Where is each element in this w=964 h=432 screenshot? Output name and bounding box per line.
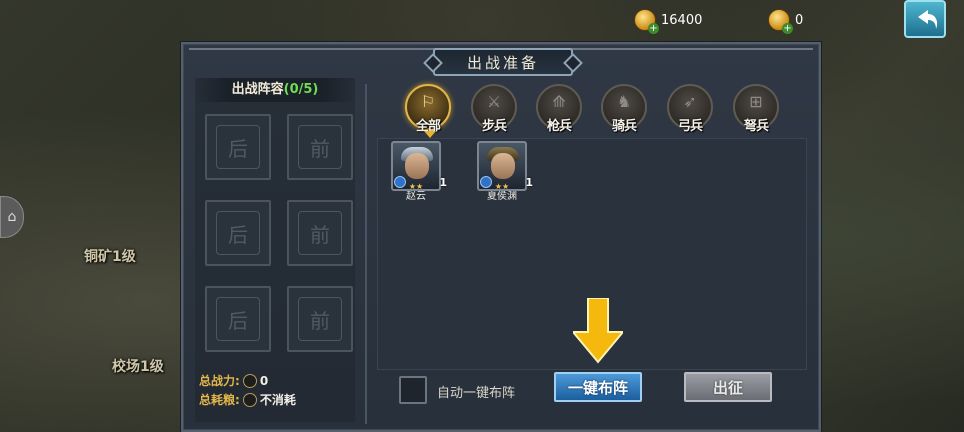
filter-tab-label: 枪兵	[546, 119, 572, 134]
map-label-drill-ground[interactable]: 校场1级	[112, 356, 164, 376]
battle-prep-panel: 出战准备 出战阵容(0/5) 后 前 后 前 后 前 总战力: 0 总耗粮: 不…	[181, 42, 821, 432]
filter-tab-label: 步兵	[481, 119, 507, 134]
lineup-slot-back-1[interactable]: 后	[205, 114, 271, 180]
slot-label: 前	[298, 297, 342, 341]
map-label-copper-mine[interactable]: 铜矿1级	[84, 246, 136, 266]
panel-title: 出战准备	[433, 48, 573, 76]
slot-label: 后	[216, 297, 260, 341]
filter-tab-label: 弩兵	[743, 119, 769, 134]
total-food-label: 总耗粮:	[199, 393, 240, 407]
total-power-label: 总战力:	[199, 374, 240, 388]
hero-name: 夏侯渊	[487, 191, 517, 202]
filter-tab-all[interactable]: ⚐ 全部	[405, 84, 451, 138]
filter-tab-infantry[interactable]: ⚔ 步兵	[471, 84, 517, 134]
hero-stars: ★★	[494, 182, 510, 191]
spear-icon: ⟰	[552, 92, 566, 111]
back-button[interactable]	[904, 0, 946, 38]
horse-icon: ♞	[616, 92, 632, 111]
hero-name: 赵云	[406, 191, 426, 202]
lineup-heading: 出战阵容(0/5)	[195, 78, 355, 102]
ingot-resource[interactable]: 0	[768, 9, 804, 34]
slot-label: 后	[216, 211, 260, 255]
filter-tab-crossbow[interactable]: ⊞ 弩兵	[733, 84, 779, 134]
total-power: 总战力: 0	[199, 372, 268, 389]
auto-deploy-checkbox[interactable]	[399, 376, 427, 404]
gold-amount: 16400	[661, 12, 703, 28]
filter-tab-cavalry[interactable]: ♞ 骑兵	[601, 84, 647, 134]
lineup-heading-text: 出战阵容	[231, 82, 284, 97]
lineup-slot-front-1[interactable]: 前	[287, 114, 353, 180]
filter-tab-label: 全部	[415, 119, 441, 134]
infantry-icon: ⚔	[486, 92, 502, 111]
auto-deploy-label: 自动一键布阵	[437, 386, 516, 401]
hero-card-zhaoyun[interactable]: 1 ★★ 赵云	[389, 141, 447, 203]
gold-resource[interactable]: 16400	[634, 9, 703, 34]
hero-face	[405, 153, 429, 179]
slot-label: 前	[298, 211, 342, 255]
filter-tab-archers[interactable]: ➶ 弓兵	[667, 84, 713, 134]
lineup-slot-back-3[interactable]: 后	[205, 286, 271, 352]
total-food: 总耗粮: 不消耗	[199, 391, 296, 408]
return-arrow-icon	[918, 10, 938, 29]
grain-icon	[242, 392, 257, 407]
filter-tab-label: 弓兵	[677, 119, 703, 134]
lineup-slot-front-2[interactable]: 前	[287, 200, 353, 266]
column-divider	[365, 84, 367, 424]
hero-card-xiahouyuan[interactable]: 1 ★★ 夏侯渊	[475, 141, 533, 203]
lineup-count: (0/5)	[283, 82, 319, 97]
slot-label: 后	[216, 125, 260, 169]
filter-tab-spearmen[interactable]: ⟰ 枪兵	[536, 84, 582, 134]
all-troops-icon: ⚐	[420, 92, 436, 111]
crossbow-icon: ⊞	[749, 92, 763, 111]
auto-deploy-button[interactable]: 一键布阵	[554, 372, 642, 402]
hint-arrow-icon	[573, 298, 623, 364]
filter-tab-label: 骑兵	[611, 119, 637, 134]
lineup-column: 出战阵容(0/5) 后 前 后 前 后 前	[195, 78, 355, 422]
total-food-value: 不消耗	[259, 393, 296, 407]
total-power-value: 0	[259, 373, 269, 388]
hero-face	[491, 153, 515, 179]
slot-label: 前	[298, 125, 342, 169]
ingot-amount: 0	[795, 12, 804, 28]
hero-stars: ★★	[408, 182, 424, 191]
sword-icon	[242, 373, 257, 388]
gold-coin-icon	[634, 9, 659, 34]
lineup-slot-front-3[interactable]: 前	[287, 286, 353, 352]
building-icon: ⌂	[7, 209, 17, 225]
march-button[interactable]: 出征	[684, 372, 772, 402]
ingot-icon	[768, 9, 793, 34]
bow-icon: ➶	[683, 92, 697, 111]
lineup-slot-back-2[interactable]: 后	[205, 200, 271, 266]
